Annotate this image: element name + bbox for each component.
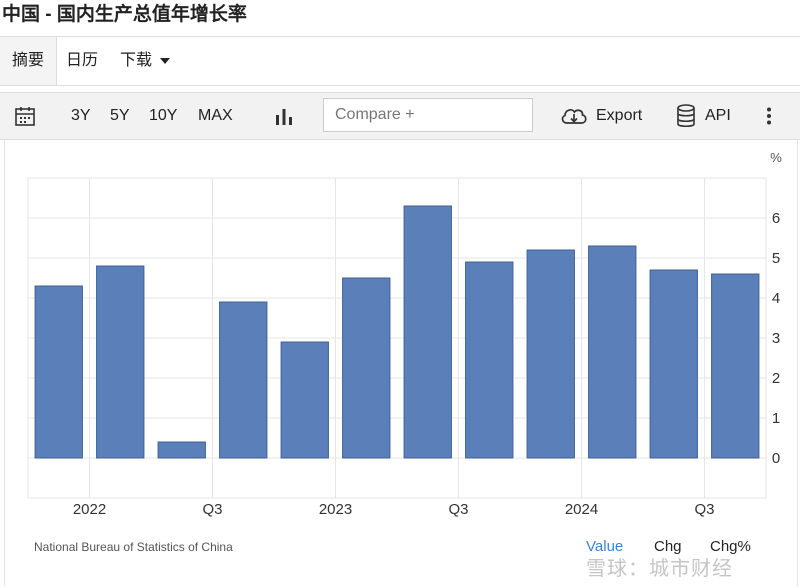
x-tick-label: 2024 <box>565 501 598 518</box>
data-source: National Bureau of Statistics of China <box>34 540 233 554</box>
bar <box>280 341 329 459</box>
x-tick-label: 2022 <box>73 501 106 518</box>
x-tick-label: Q3 <box>202 501 222 518</box>
y-tick-label: 4 <box>772 290 780 307</box>
x-tick-label: 2023 <box>319 501 352 518</box>
y-tick-label: 5 <box>772 250 780 267</box>
watermark: 雪球：城市财经 <box>586 558 733 580</box>
y-unit-label: % <box>770 150 782 165</box>
y-tick-label: 6 <box>772 210 780 227</box>
y-tick-label: 1 <box>772 410 780 427</box>
bar <box>403 205 452 459</box>
gdp-growth-bar-chart: 0 1 2 3 4 5 6% 2022 Q3 2023 Q3 2024 Q3 <box>27 150 782 518</box>
bar <box>649 269 698 459</box>
x-tick-label: Q3 <box>448 501 468 518</box>
bar <box>465 261 514 459</box>
bar <box>157 441 206 459</box>
bar <box>34 285 83 459</box>
bar <box>342 277 391 459</box>
bar <box>588 245 637 459</box>
bar <box>711 273 760 459</box>
y-tick-label: 2 <box>772 370 780 387</box>
y-tick-label: 3 <box>772 330 780 347</box>
y-tick-label: 0 <box>772 450 780 467</box>
bar <box>219 301 268 459</box>
x-tick-label: Q3 <box>694 501 714 518</box>
bar <box>526 249 575 459</box>
bar <box>96 265 145 459</box>
